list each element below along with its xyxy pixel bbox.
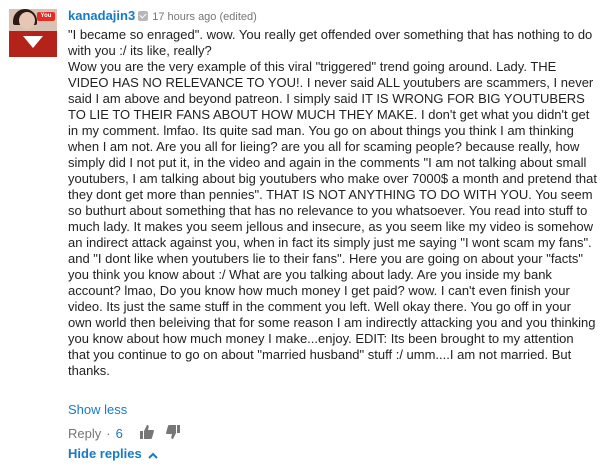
comment-body: "I became so enraged". wow. You really g… (68, 27, 598, 379)
avatar-face (19, 12, 35, 29)
youtube-logo-icon: You (37, 12, 55, 21)
thumbs-down-icon[interactable] (166, 425, 181, 444)
separator-dot: · (106, 426, 111, 441)
comment-timestamp[interactable]: 17 hours ago (edited) (152, 11, 257, 23)
hide-replies-button[interactable]: Hide replies (68, 446, 158, 462)
author-avatar[interactable]: You (9, 9, 57, 57)
author-name[interactable]: kanadajin3 (68, 8, 135, 23)
play-triangle-icon (23, 36, 43, 48)
comment-header: kanadajin3 17 hours ago (edited) (68, 7, 257, 25)
verified-check-icon (138, 11, 149, 21)
thumbs-up-icon[interactable] (140, 425, 155, 444)
show-less-link[interactable]: Show less (68, 402, 127, 417)
like-count: 6 (115, 426, 123, 441)
hide-replies-label: Hide replies (68, 446, 142, 461)
reply-button[interactable]: Reply (68, 426, 101, 441)
comment-actions: Reply · 6 (68, 425, 188, 443)
chevron-up-icon (147, 447, 158, 462)
comment-text: "I became so enraged". wow. You really g… (68, 27, 598, 378)
